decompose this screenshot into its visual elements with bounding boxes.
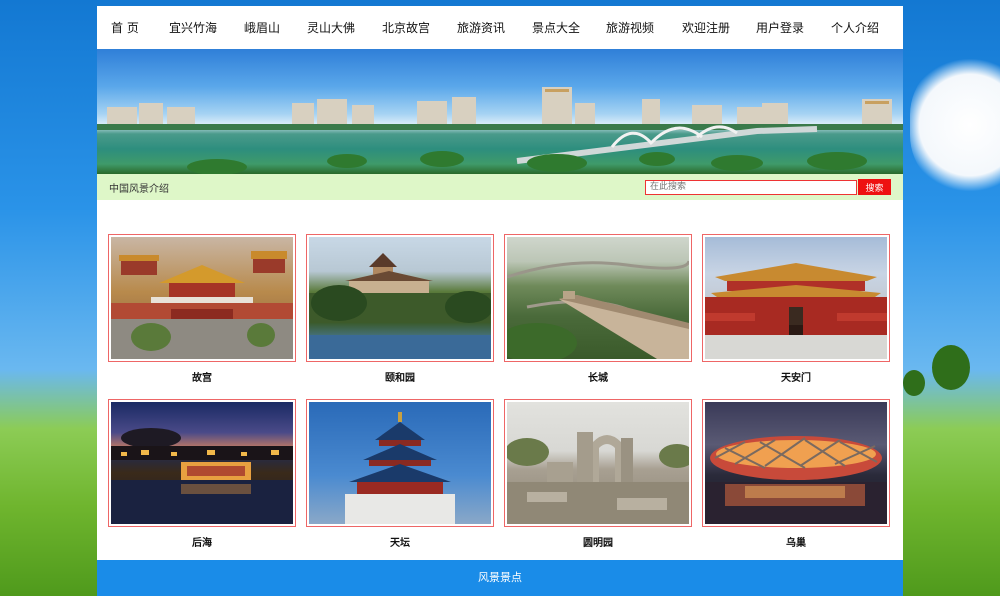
- nav-login[interactable]: 用户登录: [756, 19, 831, 36]
- tree-decoration: [932, 345, 970, 390]
- gallery-item[interactable]: 圆明园: [504, 399, 692, 560]
- tree-decoration: [903, 370, 925, 396]
- gallery-item[interactable]: 颐和园: [306, 234, 494, 395]
- site-intro-label: 中国风景介绍: [109, 183, 169, 195]
- gallery-item[interactable]: 故宫: [108, 234, 296, 395]
- gallery-item[interactable]: 天坛: [306, 399, 494, 560]
- forbidden-city-photo[interactable]: [111, 237, 293, 359]
- birds-nest-photo[interactable]: [705, 402, 887, 524]
- houhai-photo[interactable]: [111, 402, 293, 524]
- gallery-caption[interactable]: 长城: [504, 362, 692, 395]
- nav-attractions[interactable]: 景点大全: [532, 19, 606, 36]
- nav-register[interactable]: 欢迎注册: [682, 19, 756, 36]
- nav-videos[interactable]: 旅游视频: [606, 19, 682, 36]
- summer-palace-photo[interactable]: [309, 237, 491, 359]
- search-input[interactable]: [645, 179, 857, 195]
- gallery-item[interactable]: 乌巢: [702, 399, 890, 560]
- search-form: 搜索: [645, 179, 891, 195]
- gallery-frame: [306, 234, 494, 362]
- gallery-frame: [504, 399, 692, 527]
- site-footer: 风景景点: [97, 560, 903, 596]
- gallery-item[interactable]: 后海: [108, 399, 296, 560]
- info-bar: 中国风景介绍 搜索: [97, 174, 903, 200]
- gallery-item[interactable]: 天安门: [702, 234, 890, 395]
- gallery-frame: [504, 234, 692, 362]
- nav-news[interactable]: 旅游资讯: [457, 19, 532, 36]
- nav-home[interactable]: 首 页: [111, 19, 169, 36]
- tiananmen-photo[interactable]: [705, 237, 887, 359]
- gallery-frame: [702, 234, 890, 362]
- yuanmingyuan-photo[interactable]: [507, 402, 689, 524]
- gallery-frame: [108, 399, 296, 527]
- page-container: 首 页 宜兴竹海 峨眉山 灵山大佛 北京故宫 旅游资讯 景点大全 旅游视频 欢迎…: [97, 6, 903, 596]
- nav-about[interactable]: 个人介绍: [831, 19, 891, 36]
- gallery-item[interactable]: 长城: [504, 234, 692, 395]
- gallery-caption[interactable]: 圆明园: [504, 527, 692, 560]
- gallery-frame: [306, 399, 494, 527]
- nav-emei[interactable]: 峨眉山: [244, 19, 307, 36]
- nav-bamboo-sea[interactable]: 宜兴竹海: [169, 19, 244, 36]
- cloud-decoration: [910, 55, 1000, 195]
- nav-palace[interactable]: 北京故宫: [382, 19, 457, 36]
- gallery-frame: [108, 234, 296, 362]
- great-wall-photo[interactable]: [507, 237, 689, 359]
- nav-lingshan[interactable]: 灵山大佛: [307, 19, 382, 36]
- gallery-caption[interactable]: 天坛: [306, 527, 494, 560]
- gallery-caption[interactable]: 后海: [108, 527, 296, 560]
- temple-of-heaven-photo[interactable]: [309, 402, 491, 524]
- city-banner-image: [97, 49, 903, 174]
- main-nav: 首 页 宜兴竹海 峨眉山 灵山大佛 北京故宫 旅游资讯 景点大全 旅游视频 欢迎…: [97, 6, 903, 49]
- search-button[interactable]: 搜索: [858, 179, 891, 195]
- gallery-caption[interactable]: 天安门: [702, 362, 890, 395]
- gallery-caption[interactable]: 故宫: [108, 362, 296, 395]
- gallery-caption[interactable]: 乌巢: [702, 527, 890, 560]
- gallery-frame: [702, 399, 890, 527]
- gallery-caption[interactable]: 颐和园: [306, 362, 494, 395]
- gallery-grid: 故宫 颐和园 长城 天安门 后海 天坛 圆明园 乌巢: [108, 234, 896, 560]
